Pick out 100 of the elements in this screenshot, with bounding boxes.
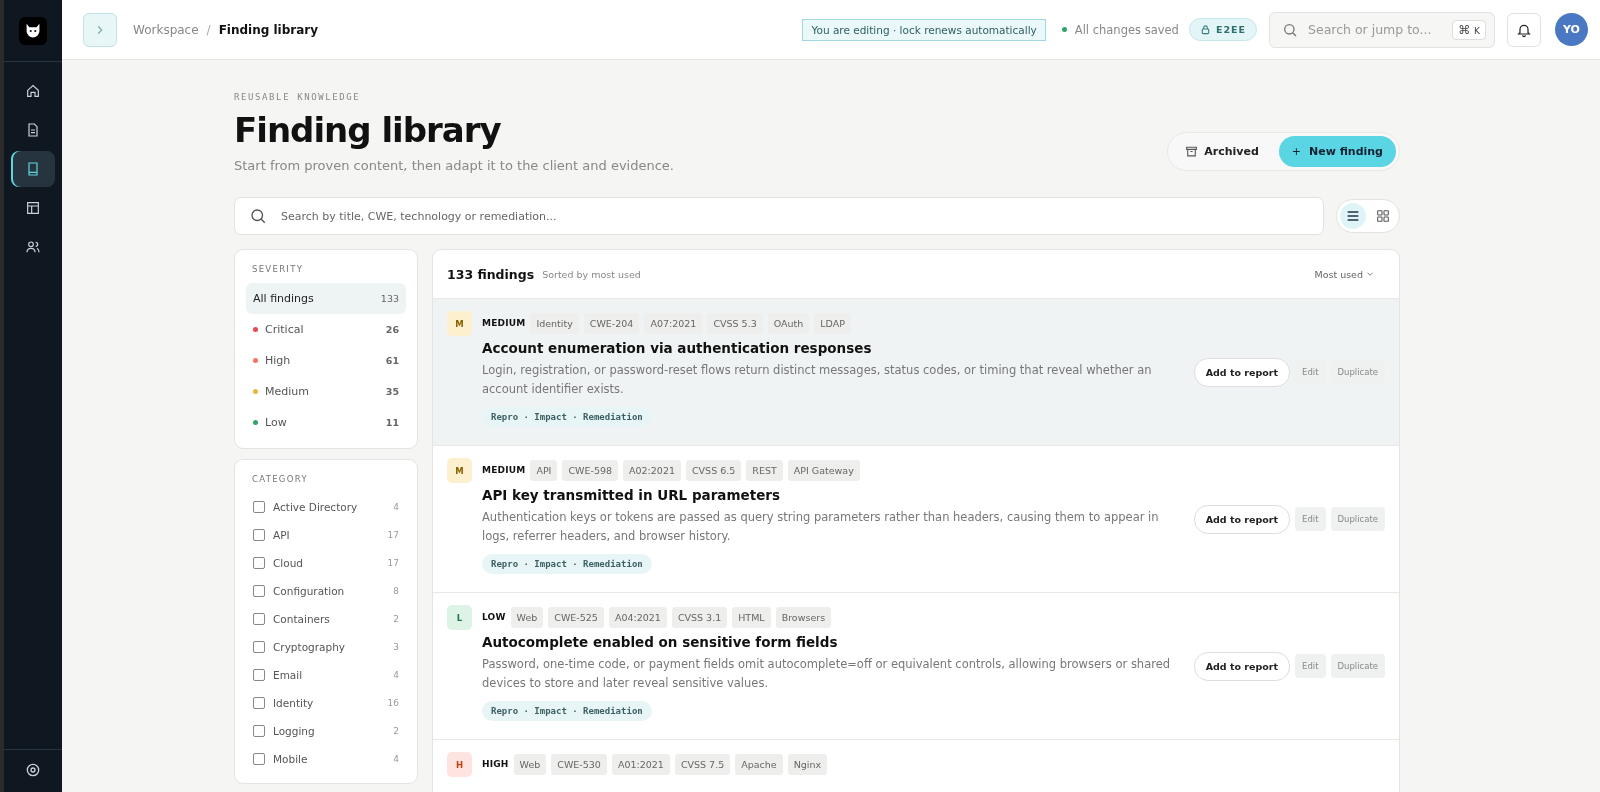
- category-count: 2: [393, 726, 399, 736]
- filter-heading: CATEGORY: [252, 474, 309, 484]
- tag: CWE-204: [583, 312, 640, 334]
- breadcrumb-link[interactable]: Workspace: [133, 22, 199, 37]
- severity-filter-item[interactable]: Medium 35: [246, 376, 406, 407]
- save-status: All changes saved: [1074, 22, 1179, 37]
- severity-filter-item[interactable]: High 61: [246, 345, 406, 376]
- tag: A02:2021: [623, 459, 681, 481]
- category-label: Containers: [273, 613, 331, 625]
- user-avatar[interactable]: YO: [1555, 13, 1588, 46]
- severity-filter-item[interactable]: Low 11: [246, 407, 406, 438]
- new-finding-button[interactable]: + New finding: [1278, 136, 1396, 167]
- finding-row[interactable]: H HIGH Web CWE-530 A01:2021 CVSS 7.5 Apache Nginx: [433, 740, 1399, 792]
- encryption-label: E2EE: [1215, 24, 1246, 35]
- category-checkbox[interactable]: [253, 557, 265, 569]
- severity-count: 61: [385, 355, 399, 366]
- severity-label: Medium: [265, 385, 310, 398]
- tag: Apache: [735, 753, 783, 775]
- settings-icon[interactable]: [25, 762, 41, 778]
- sort-note: Sorted by most used: [542, 268, 641, 280]
- sections-tag: Repro · Impact · Remediation: [482, 407, 652, 427]
- filter-heading: SEVERITY: [252, 264, 305, 274]
- global-search-box[interactable]: Search or jump to... ⌘ K: [1269, 11, 1495, 48]
- severity-label: Low: [265, 416, 288, 429]
- category-checkbox[interactable]: [253, 725, 265, 737]
- category-checkbox[interactable]: [253, 641, 265, 653]
- tag: LDAP: [814, 312, 851, 334]
- notifications-button[interactable]: [1507, 12, 1541, 47]
- category-label: Email: [273, 669, 304, 681]
- nav-book-icon[interactable]: [11, 151, 55, 187]
- severity-badge: H: [447, 752, 472, 777]
- lock-icon: [1199, 24, 1211, 35]
- category-checkbox[interactable]: [253, 753, 265, 765]
- category-checkbox[interactable]: [253, 501, 265, 513]
- tag: CVSS 7.5: [674, 753, 731, 775]
- severity-count: 11: [385, 417, 399, 428]
- category-checkbox[interactable]: [253, 697, 265, 709]
- tag: Nginx: [787, 753, 828, 775]
- category-label: Mobile: [273, 753, 309, 765]
- category-count: 4: [393, 670, 399, 680]
- page-eyebrow: REUSABLE KNOWLEDGE: [234, 92, 362, 102]
- tag: CVSS 3.1: [671, 606, 728, 628]
- finding-description: Login, registration, or password-reset flows return distinct messages, status codes, or timing that reveal whether an account identifier exists.: [482, 362, 1153, 398]
- list-view-icon[interactable]: [1340, 203, 1366, 229]
- severity-count: 35: [385, 386, 399, 397]
- global-search-field[interactable]: Search or jump to...: [1306, 21, 1445, 38]
- add-to-report-button[interactable]: Add to report: [1193, 504, 1291, 534]
- tag: OAuth: [767, 312, 810, 334]
- severity-badge: M: [447, 311, 472, 336]
- sections-tag: Repro · Impact · Remediation: [482, 701, 652, 721]
- tag: CVSS 6.5: [686, 459, 742, 481]
- category-label: Configuration: [273, 585, 346, 597]
- page-subtitle: Start from proven content, then adapt it to the client and evidence.: [234, 158, 674, 173]
- editing-notice: You are editing · lock renews automatically: [802, 18, 1046, 41]
- finding-title[interactable]: Autocomplete enabled on sensitive form fields: [482, 634, 1184, 650]
- category-count: 8: [393, 586, 399, 596]
- tag: API Gateway: [787, 459, 860, 481]
- add-to-report-button[interactable]: Add to report: [1193, 651, 1291, 681]
- tag: Web: [510, 606, 544, 628]
- sort-dropdown[interactable]: Most used: [1308, 267, 1381, 281]
- tag: Browsers: [775, 606, 832, 628]
- breadcrumb-current: Finding library: [218, 22, 319, 37]
- category-label: API: [273, 529, 291, 541]
- severity-count: 26: [385, 324, 399, 335]
- add-to-report-button[interactable]: Add to report: [1193, 357, 1291, 387]
- tag: A01:2021: [611, 753, 670, 775]
- tag: CWE-598: [562, 459, 618, 481]
- severity-label: MEDIUM: [482, 465, 526, 475]
- cat-logo-icon: [19, 17, 47, 45]
- shortcut-hint: ⌘ K: [1452, 19, 1486, 40]
- tag: CVSS 5.3: [707, 312, 763, 334]
- category-count: 2: [393, 614, 399, 624]
- category-label: Active Directory: [273, 501, 359, 513]
- severity-badge: M: [447, 458, 472, 483]
- breadcrumb-separator: /: [206, 22, 211, 37]
- category-label: Cryptography: [273, 641, 347, 653]
- sections-tag: Repro · Impact · Remediation: [482, 554, 652, 574]
- severity-filter-item[interactable]: All findings 133: [246, 283, 406, 314]
- severity-label: HIGH: [482, 759, 509, 769]
- category-checkbox[interactable]: [253, 585, 265, 597]
- category-checkbox[interactable]: [253, 529, 265, 541]
- archive-box-icon: [1185, 145, 1199, 158]
- finding-title[interactable]: Account enumeration via authentication responses: [482, 340, 1184, 356]
- category-checkbox[interactable]: [253, 669, 265, 681]
- tag: Web: [513, 753, 547, 775]
- tag: CWE-530: [551, 753, 607, 775]
- category-count: 16: [387, 698, 399, 708]
- search-icon: [249, 207, 267, 225]
- severity-badge: L: [447, 605, 472, 630]
- severity-label: Critical: [265, 323, 305, 336]
- category-count: 17: [387, 558, 399, 568]
- category-checkbox[interactable]: [253, 613, 265, 625]
- finding-row[interactable]: [433, 299, 1399, 446]
- status-dot: [1061, 27, 1067, 32]
- severity-filter-item[interactable]: Critical 26: [246, 314, 406, 345]
- category-count: 17: [387, 530, 399, 540]
- category-label: Logging: [273, 725, 316, 737]
- category-count: 4: [393, 754, 399, 764]
- archived-button[interactable]: Archived: [1171, 137, 1273, 166]
- finding-title[interactable]: API key transmitted in URL parameters: [482, 487, 1184, 503]
